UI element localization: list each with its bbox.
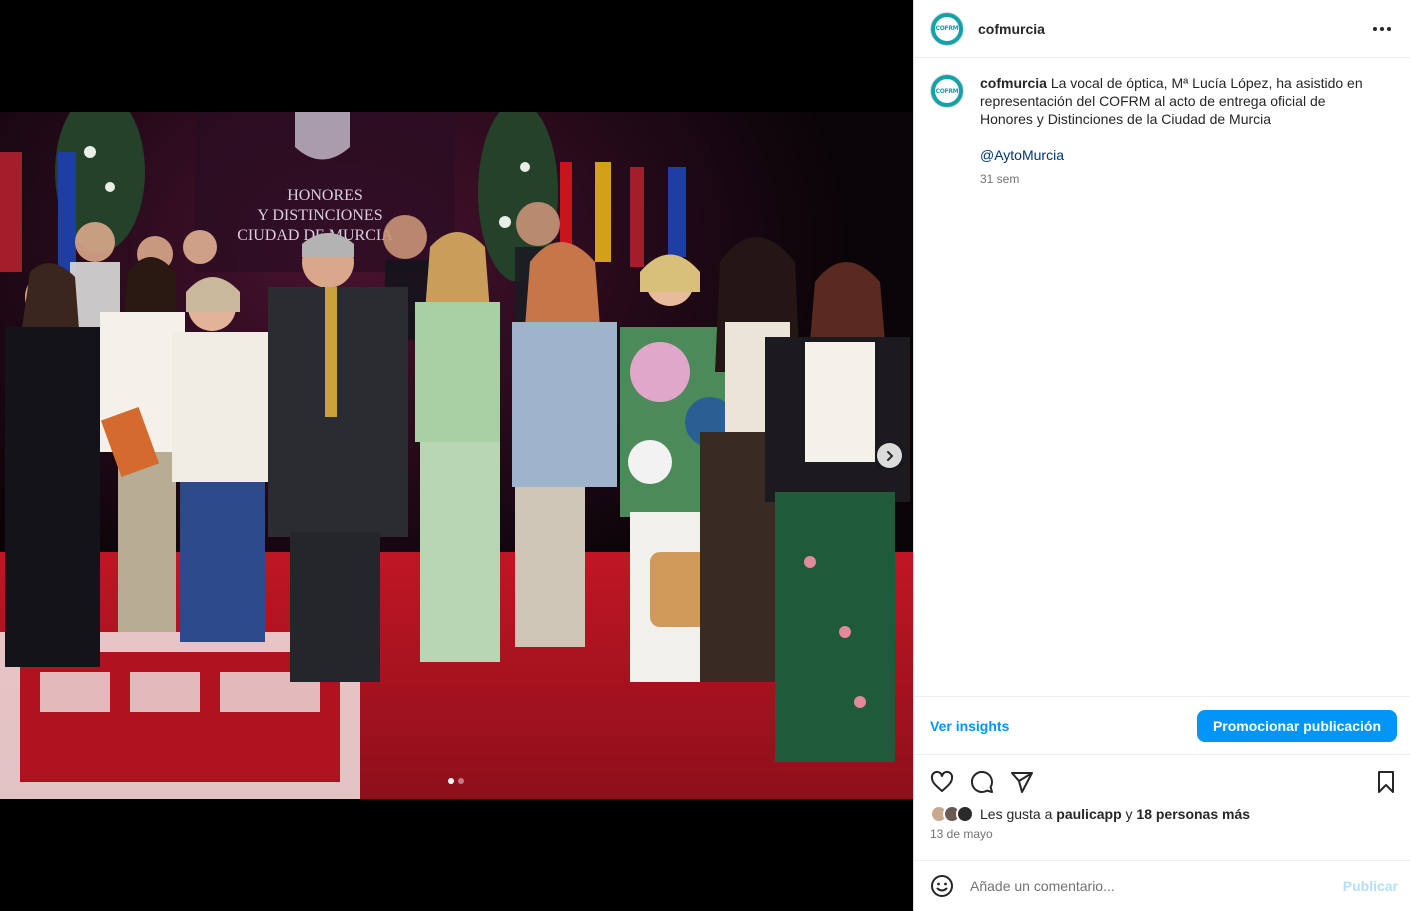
post-photo: HONORES Y DISTINCIONES CIUDAD DE MURCIA bbox=[0, 112, 913, 799]
banner-line2: Y DISTINCIONES bbox=[257, 207, 382, 224]
mention-link[interactable]: @AytoMurcia bbox=[980, 146, 1064, 164]
share-button[interactable] bbox=[1010, 770, 1034, 794]
post-age: 31 sem bbox=[980, 172, 1020, 186]
instagram-post-modal: HONORES Y DISTINCIONES CIUDAD DE MURCIA bbox=[0, 0, 1410, 911]
emoji-button[interactable] bbox=[930, 874, 954, 898]
likes-user[interactable]: paulicapp bbox=[1056, 806, 1121, 822]
header-username[interactable]: cofmurcia bbox=[978, 21, 1045, 37]
carousel-indicator bbox=[448, 778, 464, 784]
comment-icon bbox=[970, 770, 993, 793]
likes-connector: y bbox=[1125, 806, 1133, 822]
more-options-icon bbox=[1373, 27, 1391, 31]
banner-line1: HONORES bbox=[287, 187, 363, 204]
action-row bbox=[930, 767, 1398, 797]
media-pane: HONORES Y DISTINCIONES CIUDAD DE MURCIA bbox=[0, 0, 913, 911]
next-slide-button[interactable] bbox=[877, 443, 902, 468]
group-photo-illustration: HONORES Y DISTINCIONES CIUDAD DE MURCIA bbox=[0, 112, 913, 799]
likes-prefix: Les gusta a bbox=[980, 806, 1053, 822]
liker-avatar bbox=[956, 805, 974, 823]
bookmark-icon bbox=[1378, 771, 1394, 793]
caption-avatar[interactable]: COFRM bbox=[930, 74, 964, 108]
promote-post-button[interactable]: Promocionar publicación bbox=[1196, 709, 1397, 742]
liker-avatars[interactable] bbox=[930, 805, 974, 823]
avatar-logo-text: COFRM bbox=[935, 25, 959, 32]
caption-username[interactable]: cofmurcia bbox=[980, 75, 1047, 91]
carousel-dot-2 bbox=[458, 778, 464, 784]
publish-comment-button[interactable]: Publicar bbox=[1343, 878, 1398, 894]
comment-input[interactable] bbox=[970, 878, 1343, 894]
caption: cofmurcia La vocal de óptica, Mª Lucía L… bbox=[980, 74, 1380, 696]
share-icon bbox=[1011, 772, 1033, 793]
post-side-panel: COFRM cofmurcia COFRM cofmurcia La vocal… bbox=[913, 0, 1410, 911]
avatar-logo: COFRM bbox=[935, 16, 959, 41]
save-button[interactable] bbox=[1374, 770, 1398, 794]
insights-bar: Ver insights Promocionar publicación bbox=[914, 696, 1410, 754]
more-options-button[interactable] bbox=[1370, 17, 1394, 41]
emoji-icon bbox=[931, 875, 953, 897]
avatar[interactable]: COFRM bbox=[930, 11, 964, 46]
post-header: COFRM cofmurcia bbox=[914, 0, 1410, 58]
caption-area: COFRM cofmurcia La vocal de óptica, Mª L… bbox=[914, 58, 1410, 696]
likes-summary: Les gusta a paulicapp y 18 personas más bbox=[930, 805, 1398, 823]
caption-avatar-logo-text: COFRM bbox=[935, 87, 959, 95]
heart-icon bbox=[930, 770, 954, 792]
caption-avatar-logo: COFRM bbox=[935, 79, 959, 103]
chevron-right-icon bbox=[886, 450, 893, 461]
view-insights-link[interactable]: Ver insights bbox=[930, 718, 1009, 734]
like-button[interactable] bbox=[930, 770, 954, 794]
carousel-dot-1 bbox=[448, 778, 454, 784]
likes-others[interactable]: 18 personas más bbox=[1136, 806, 1250, 822]
post-actions: Les gusta a paulicapp y 18 personas más … bbox=[914, 754, 1410, 860]
comment-button[interactable] bbox=[970, 770, 994, 794]
post-date: 13 de mayo bbox=[930, 827, 993, 841]
comment-bar: Publicar bbox=[914, 860, 1410, 911]
